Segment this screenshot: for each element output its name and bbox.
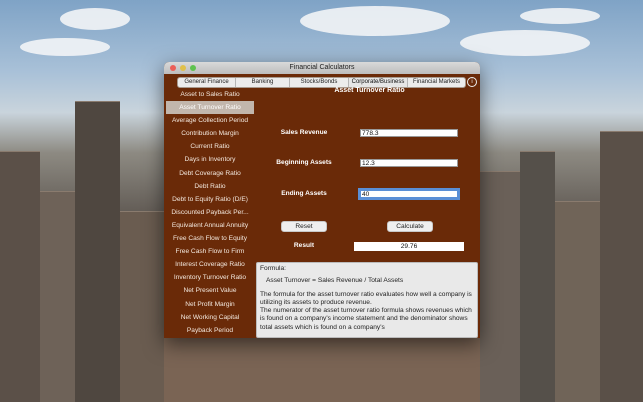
sidebar-item-net-working-capital[interactable]: Net Working Capital <box>166 311 254 324</box>
beginning-assets-input[interactable]: 12.3 <box>360 159 458 167</box>
sidebar-item-payback-period[interactable]: Payback Period <box>166 324 254 337</box>
sidebar-item-discounted-payback[interactable]: Discounted Payback Per... <box>166 206 254 219</box>
sidebar-item-debt-ratio[interactable]: Debt Ratio <box>166 180 254 193</box>
ending-assets-input[interactable]: 40 <box>358 188 460 200</box>
zoom-window-button[interactable] <box>190 65 196 71</box>
sidebar-item-interest-coverage[interactable]: Interest Coverage Ratio <box>166 258 254 271</box>
sidebar-item-fcf-firm[interactable]: Free Cash Flow to Firm <box>166 245 254 258</box>
sidebar-item-npv[interactable]: Net Present Value <box>166 284 254 297</box>
sidebar-item-contribution-margin[interactable]: Contribution Margin <box>166 127 254 140</box>
sidebar-item-inventory-turnover[interactable]: Inventory Turnover Ratio <box>166 271 254 284</box>
tab-general-finance[interactable]: General Finance <box>178 78 236 87</box>
sidebar-item-days-in-inventory[interactable]: Days in Inventory <box>166 153 254 166</box>
formula-heading: Formula: <box>260 265 287 272</box>
window-title: Financial Calculators <box>289 64 355 71</box>
close-window-button[interactable] <box>170 65 176 71</box>
calculator-title: Asset Turnover Ratio <box>334 87 405 94</box>
sales-revenue-label: Sales Revenue <box>280 129 328 136</box>
ending-assets-label: Ending Assets <box>281 190 327 197</box>
sidebar-item-current-ratio[interactable]: Current Ratio <box>166 140 254 153</box>
calculator-list: Asset to Sales Ratio Asset Turnover Rati… <box>166 88 254 338</box>
beginning-assets-label: Beginning Assets <box>276 159 332 166</box>
sidebar-item-fcf-equity[interactable]: Free Cash Flow to Equity <box>166 232 254 245</box>
title-bar[interactable]: Financial Calculators <box>164 62 480 74</box>
formula-description-2: The numerator of the asset turnover rati… <box>260 307 472 331</box>
sidebar-item-asset-to-sales[interactable]: Asset to Sales Ratio <box>166 88 254 101</box>
minimize-window-button[interactable] <box>180 65 186 71</box>
sidebar-item-equivalent-annuity[interactable]: Equivalent Annual Annuity <box>166 219 254 232</box>
sidebar-item-debt-to-equity[interactable]: Debt to Equity Ratio (D/E) <box>166 193 254 206</box>
formula-description-1: The formula for the asset turnover ratio… <box>260 290 472 306</box>
formula-panel: Formula: Asset Turnover = Sales Revenue … <box>256 262 478 338</box>
reset-button[interactable]: Reset <box>281 221 327 232</box>
formula-equation: Asset Turnover = Sales Revenue / Total A… <box>266 277 404 285</box>
sidebar-item-debt-coverage[interactable]: Debt Coverage Ratio <box>166 167 254 180</box>
result-label: Result <box>293 242 315 249</box>
sidebar-item-asset-turnover[interactable]: Asset Turnover Ratio <box>166 101 254 115</box>
sidebar-item-net-profit-margin[interactable]: Net Profit Margin <box>166 298 254 311</box>
sales-revenue-input[interactable]: 778.3 <box>360 129 458 137</box>
sidebar-item-average-collection[interactable]: Average Collection Period <box>166 114 254 127</box>
result-value: 29.76 <box>354 242 464 251</box>
calculate-button[interactable]: Calculate <box>387 221 433 232</box>
